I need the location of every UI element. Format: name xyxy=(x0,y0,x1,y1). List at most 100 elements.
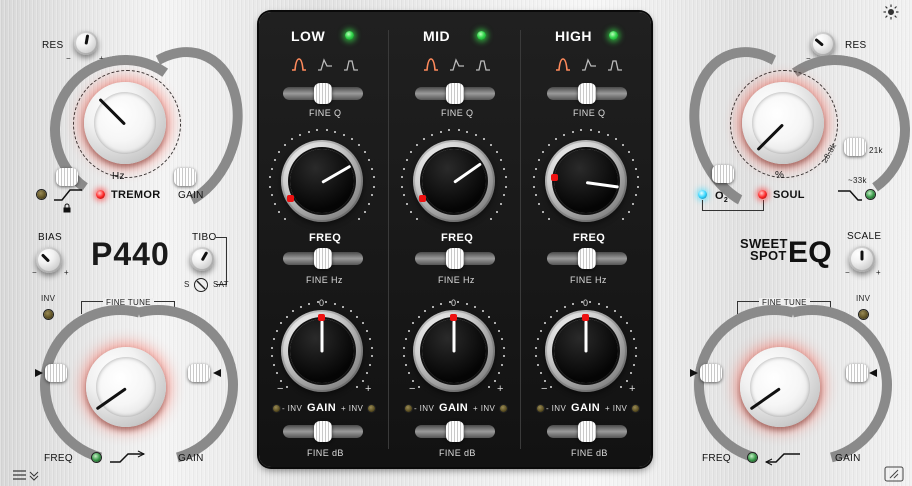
shelf-filter-icon[interactable] xyxy=(581,57,597,71)
res-knob-left[interactable] xyxy=(74,31,98,55)
bias-knob[interactable] xyxy=(36,247,62,273)
fine-db-slider[interactable] xyxy=(283,421,363,442)
o2-led[interactable] xyxy=(698,190,707,199)
inv-plus-led[interactable] xyxy=(500,405,507,412)
gain-scale-dot xyxy=(536,363,539,366)
gain-scale-dot xyxy=(404,338,407,341)
fine-hz-slider[interactable] xyxy=(547,248,627,269)
notch-filter-icon[interactable] xyxy=(607,57,623,71)
gain-knob[interactable] xyxy=(413,310,495,392)
brightness-icon[interactable] xyxy=(883,4,899,20)
inv-minus-led[interactable] xyxy=(537,405,544,412)
inv-led-left[interactable] xyxy=(44,310,53,319)
freq-scale-dot xyxy=(402,167,405,170)
freq-scale-dot xyxy=(466,130,469,133)
fine-db-thumb[interactable] xyxy=(578,421,596,442)
left-freq-slider-thumb[interactable] xyxy=(45,364,67,382)
band-enable-led[interactable] xyxy=(609,31,618,40)
gain-scale-dot xyxy=(556,310,559,313)
gain-scale-dot xyxy=(498,372,501,375)
lock-icon[interactable] xyxy=(62,203,72,213)
freq-link-led-left[interactable] xyxy=(92,453,101,462)
gain-scale-dot xyxy=(292,310,295,313)
band-enable-led[interactable] xyxy=(477,31,486,40)
bell-filter-icon[interactable] xyxy=(423,57,439,71)
soul-knob[interactable] xyxy=(742,82,824,164)
fine-q-label: FINE Q xyxy=(309,108,342,118)
freq-knob[interactable] xyxy=(281,140,363,222)
menu-icon[interactable] xyxy=(12,469,42,481)
gain-scale-dot xyxy=(404,363,407,366)
fine-q-slider[interactable] xyxy=(283,83,363,104)
fine-hz-thumb[interactable] xyxy=(578,248,596,269)
right-soul-slider-thumb[interactable] xyxy=(712,165,734,183)
notch-filter-icon[interactable] xyxy=(475,57,491,71)
fine-hz-slider[interactable] xyxy=(283,248,363,269)
inv-plus-led[interactable] xyxy=(368,405,375,412)
fine-hz-thumb[interactable] xyxy=(446,248,464,269)
tremor-knob[interactable] xyxy=(84,82,166,164)
fine-q-thumb[interactable] xyxy=(314,83,332,104)
freq-link-led-right[interactable] xyxy=(748,453,757,462)
fine-db-label: FINE dB xyxy=(439,448,476,458)
fine-q-slider[interactable] xyxy=(415,83,495,104)
inv-minus-led[interactable] xyxy=(273,405,280,412)
right-freq-slider-thumb[interactable] xyxy=(844,138,866,156)
left-gain-slider-thumb-bottom[interactable] xyxy=(188,364,210,382)
freq-marker xyxy=(551,174,558,181)
gain-scale-dot xyxy=(549,386,552,389)
inv-plus-label: + INV xyxy=(341,404,364,413)
fine-q-thumb[interactable] xyxy=(446,83,464,104)
res-knob-right[interactable] xyxy=(811,32,835,56)
tibo-knob[interactable] xyxy=(190,247,214,271)
bell-filter-icon[interactable] xyxy=(291,57,307,71)
gain-scale-dot xyxy=(488,315,491,318)
freq-scale-dot xyxy=(589,129,592,132)
right-gain-slider-thumb-bottom[interactable] xyxy=(846,364,868,382)
freq-scale-dot xyxy=(270,194,273,197)
freq-pointer xyxy=(453,162,482,184)
fine-db-slider[interactable] xyxy=(547,421,627,442)
gain-marker xyxy=(450,314,457,321)
left-gain-slider-thumb[interactable] xyxy=(174,168,196,186)
notch-filter-icon[interactable] xyxy=(343,57,359,71)
inv-led-right[interactable] xyxy=(859,310,868,319)
fine-q-slider[interactable] xyxy=(547,83,627,104)
gain-knob[interactable] xyxy=(281,310,363,392)
lowpass-led[interactable] xyxy=(866,190,875,199)
freq-knob[interactable] xyxy=(413,140,495,222)
freq-knob[interactable] xyxy=(545,140,627,222)
sat-switch-icon[interactable] xyxy=(193,277,209,293)
scale-knob[interactable] xyxy=(849,246,875,272)
shelf-filter-icon[interactable] xyxy=(317,57,333,71)
fine-tune-knob-right[interactable] xyxy=(740,347,820,427)
gain-knob[interactable] xyxy=(545,310,627,392)
inv-minus-led[interactable] xyxy=(405,405,412,412)
brand-sweet-spot: SWEET SPOT xyxy=(740,236,788,263)
fine-db-thumb[interactable] xyxy=(314,421,332,442)
right-freq-slider-thumb-bottom[interactable] xyxy=(700,364,722,382)
left-res-slider-thumb[interactable] xyxy=(56,168,78,186)
inv-plus-led[interactable] xyxy=(632,405,639,412)
fine-tune-knob-left[interactable] xyxy=(86,347,166,427)
band-low: LOW FINE Q FREQ FINE Hz 0 − + - INV GAIN + INV FIN… xyxy=(259,12,389,467)
resize-corner-icon[interactable] xyxy=(884,466,904,482)
fine-db-thumb[interactable] xyxy=(446,421,464,442)
freq-scale-dot xyxy=(402,194,405,197)
fine-hz-thumb[interactable] xyxy=(314,248,332,269)
freq-scale-dot xyxy=(504,185,507,188)
shelf-filter-icon[interactable] xyxy=(449,57,465,71)
tremor-led[interactable] xyxy=(96,190,105,199)
freq-scale-dot xyxy=(357,217,360,220)
fine-hz-slider[interactable] xyxy=(415,248,495,269)
fine-db-slider[interactable] xyxy=(415,421,495,442)
tremor-shape-led[interactable] xyxy=(37,190,46,199)
freq-scale-dot xyxy=(580,129,583,132)
gain-label-top-left: GAIN xyxy=(178,190,204,201)
band-enable-led[interactable] xyxy=(345,31,354,40)
soul-led[interactable] xyxy=(758,190,767,199)
freq-scale-dot xyxy=(284,217,287,220)
bell-filter-icon[interactable] xyxy=(555,57,571,71)
freq-scale-dot xyxy=(533,176,536,179)
fine-q-thumb[interactable] xyxy=(578,83,596,104)
